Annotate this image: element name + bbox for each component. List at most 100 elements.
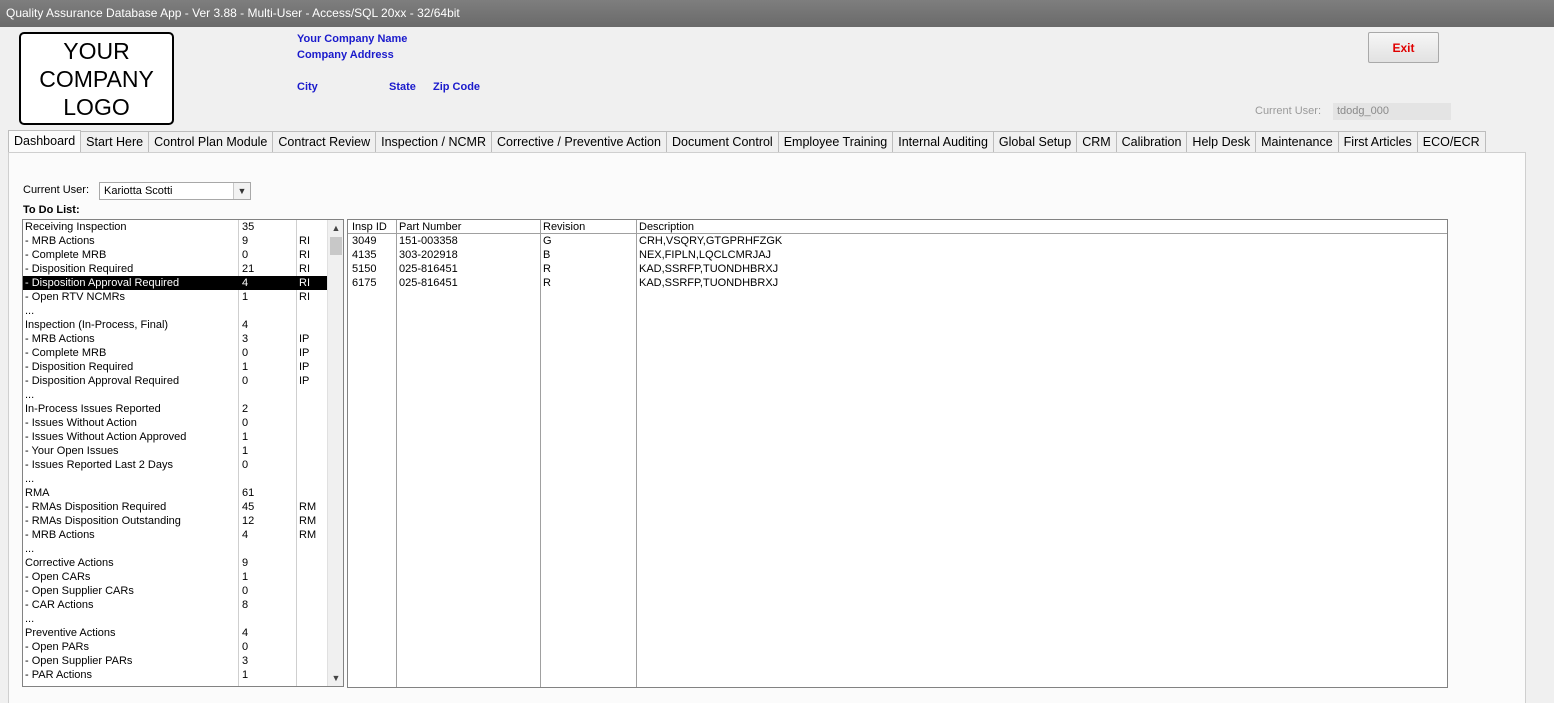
tab-crm[interactable]: CRM (1077, 131, 1117, 153)
todo-code: IP (299, 375, 310, 387)
todo-row[interactable]: - Open PARs 0 (23, 640, 343, 654)
todo-row[interactable]: - Issues Reported Last 2 Days 0 (23, 458, 343, 472)
exit-button[interactable]: Exit (1368, 32, 1439, 63)
todo-count: 0 (242, 249, 249, 261)
column-header[interactable]: Description (639, 220, 694, 234)
inspection-cell: 3049 (352, 235, 377, 247)
tab-contract-review[interactable]: Contract Review (273, 131, 377, 153)
scroll-thumb[interactable] (330, 237, 342, 255)
todo-count: 1 (242, 571, 249, 583)
tab-internal-auditing[interactable]: Internal Auditing (893, 131, 994, 153)
todo-row[interactable]: - MRB Actions 3 IP (23, 332, 343, 346)
logo-line-1: YOUR (63, 37, 130, 64)
inspection-cell: 025-816451 (399, 277, 458, 289)
current-user-label: Current User: (23, 184, 90, 196)
todo-row[interactable]: ... (23, 304, 343, 318)
inspection-row[interactable]: 3049 151-003358 G CRH,VSQRY,GTGPRHFZGK (348, 234, 1447, 248)
tab-inspection-ncmr[interactable]: Inspection / NCMR (376, 131, 492, 153)
column-header[interactable]: Revision (543, 220, 585, 234)
logo-line-3: LOGO (63, 93, 130, 120)
scroll-down-icon[interactable]: ▼ (328, 670, 343, 686)
header-current-user-label: Current User: (1255, 105, 1322, 117)
todo-row[interactable]: - Your Open Issues 1 (23, 444, 343, 458)
todo-count: 1 (242, 669, 249, 681)
todo-row[interactable]: Preventive Actions 4 (23, 626, 343, 640)
column-header[interactable]: Insp ID (352, 220, 387, 234)
header-current-user-value: tdodg_000 (1333, 103, 1451, 120)
todo-row[interactable]: - Disposition Required 21 RI (23, 262, 343, 276)
todo-row[interactable]: Inspection (In-Process, Final) 4 (23, 318, 343, 332)
todo-count: 45 (242, 501, 255, 513)
tab-eco-ecr[interactable]: ECO/ECR (1417, 131, 1486, 153)
inspection-row[interactable]: 6175 025-816451 R KAD,SSRFP,TUONDHBRXJ (348, 276, 1447, 290)
tab-corrective-preventive-action[interactable]: Corrective / Preventive Action (492, 131, 667, 153)
todo-code: RM (299, 501, 317, 513)
todo-row[interactable]: - Issues Without Action 0 (23, 416, 343, 430)
todo-label: - CAR Actions (25, 599, 94, 611)
todo-scrollbar[interactable]: ▲ ▼ (327, 220, 343, 686)
todo-count: 9 (242, 557, 249, 569)
todo-row[interactable]: - RMAs Disposition Outstanding 12 RM (23, 514, 343, 528)
company-state: State (389, 81, 416, 93)
inspection-row[interactable]: 5150 025-816451 R KAD,SSRFP,TUONDHBRXJ (348, 262, 1447, 276)
todo-label: ... (25, 473, 35, 485)
todo-count: 12 (242, 515, 255, 527)
chevron-down-icon[interactable]: ▼ (233, 183, 250, 199)
todo-label: - Disposition Approval Required (25, 276, 237, 290)
scroll-up-icon[interactable]: ▲ (328, 220, 343, 236)
tab-help-desk[interactable]: Help Desk (1187, 131, 1257, 153)
column-header[interactable]: Part Number (399, 220, 461, 234)
todo-row[interactable]: - CAR Actions 8 (23, 598, 343, 612)
todo-label: Preventive Actions (25, 627, 116, 639)
tab-employee-training[interactable]: Employee Training (778, 131, 894, 153)
todo-row[interactable]: - Open Supplier PARs 3 (23, 654, 343, 668)
todo-count: 0 (242, 459, 249, 471)
todo-row[interactable]: ... (23, 388, 343, 402)
todo-list[interactable]: Receiving Inspection 35 - MRB Actions 9 RI … (22, 219, 344, 687)
todo-row[interactable]: - MRB Actions 9 RI (23, 234, 343, 248)
todo-label: - Your Open Issues (25, 445, 119, 457)
todo-row[interactable]: - Open Supplier CARs 0 (23, 584, 343, 598)
todo-label: ... (25, 613, 35, 625)
todo-label: - Disposition Required (25, 263, 134, 275)
todo-row[interactable]: Corrective Actions 9 (23, 556, 343, 570)
tab-dashboard[interactable]: Dashboard (8, 130, 82, 153)
todo-row[interactable]: - PAR Actions 1 (23, 668, 343, 682)
todo-row[interactable]: ... (23, 472, 343, 486)
tab-maintenance[interactable]: Maintenance (1256, 131, 1339, 153)
inspection-cell: G (543, 235, 552, 247)
inspection-row[interactable]: 4135 303-202918 B NEX,FIPLN,LQCLCMRJAJ (348, 248, 1447, 262)
tab-first-articles[interactable]: First Articles (1338, 131, 1418, 153)
todo-row[interactable]: - Disposition Required 1 IP (23, 360, 343, 374)
todo-count: 1 (242, 361, 249, 373)
todo-label: Corrective Actions (25, 557, 114, 569)
todo-count: 0 (242, 585, 249, 597)
inspection-cell: NEX,FIPLN,LQCLCMRJAJ (639, 249, 772, 261)
todo-row[interactable]: - Complete MRB 0 IP (23, 346, 343, 360)
todo-code: RI (299, 263, 310, 275)
tab-global-setup[interactable]: Global Setup (993, 131, 1078, 153)
current-user-select[interactable]: Kariotta Scotti ▼ (99, 182, 251, 200)
company-name: Your Company Name (297, 33, 408, 45)
todo-row[interactable]: Receiving Inspection 35 (23, 220, 343, 234)
tab-calibration[interactable]: Calibration (1116, 131, 1188, 153)
todo-count: 21 (242, 263, 255, 275)
todo-row[interactable]: - Issues Without Action Approved 1 (23, 430, 343, 444)
todo-row[interactable]: - Complete MRB 0 RI (23, 248, 343, 262)
todo-row[interactable]: - RMAs Disposition Required 45 RM (23, 500, 343, 514)
todo-row[interactable]: - Open RTV NCMRs 1 RI (23, 290, 343, 304)
todo-row[interactable]: - Disposition Approval Required 4 RI (23, 276, 343, 290)
todo-row[interactable]: ... (23, 542, 343, 556)
tab-document-control[interactable]: Document Control (666, 131, 779, 153)
inspection-list[interactable]: Insp ID Part Number Revision Description 30… (347, 219, 1448, 688)
tab-start-here[interactable]: Start Here (81, 131, 150, 153)
todo-row[interactable]: ... (23, 612, 343, 626)
todo-row[interactable]: RMA 61 (23, 486, 343, 500)
todo-row[interactable]: - Open CARs 1 (23, 570, 343, 584)
todo-row[interactable]: In-Process Issues Reported 2 (23, 402, 343, 416)
todo-row[interactable]: - Disposition Approval Required 0 IP (23, 374, 343, 388)
todo-label: - Complete MRB (25, 249, 107, 261)
tab-control-plan-module[interactable]: Control Plan Module (149, 131, 274, 153)
todo-row[interactable]: - MRB Actions 4 RM (23, 528, 343, 542)
todo-count: 35 (242, 221, 255, 233)
